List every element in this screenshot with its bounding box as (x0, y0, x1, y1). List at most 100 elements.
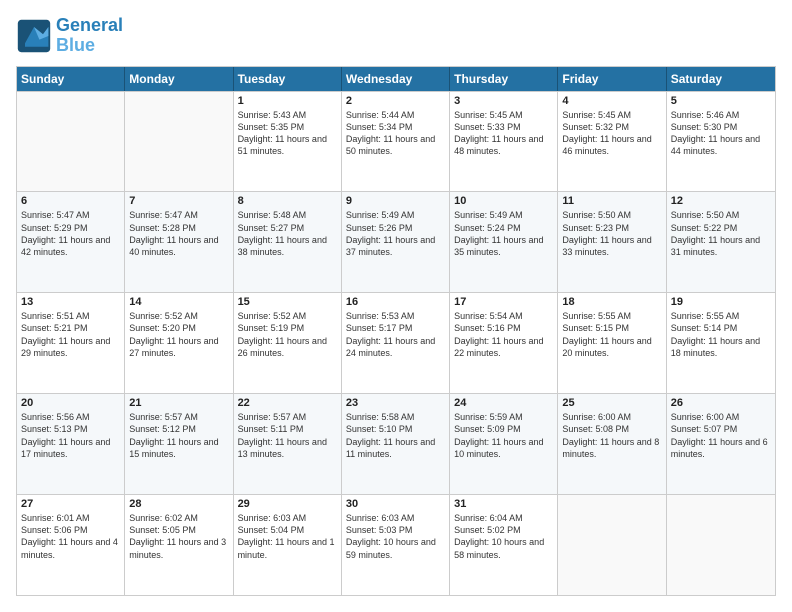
day-number: 31 (454, 498, 553, 510)
day-number: 5 (671, 95, 771, 107)
day-detail: Sunrise: 5:43 AMSunset: 5:35 PMDaylight:… (238, 109, 337, 158)
logo-icon (16, 18, 52, 54)
day-number: 24 (454, 397, 553, 409)
day-number: 17 (454, 296, 553, 308)
day-detail: Sunrise: 5:45 AMSunset: 5:32 PMDaylight:… (562, 109, 661, 158)
logo: General Blue (16, 16, 123, 56)
day-cell-1: 1 Sunrise: 5:43 AMSunset: 5:35 PMDayligh… (234, 92, 342, 192)
day-number: 22 (238, 397, 337, 409)
day-number: 15 (238, 296, 337, 308)
day-number: 8 (238, 195, 337, 207)
day-number: 25 (562, 397, 661, 409)
day-cell-7: 7 Sunrise: 5:47 AMSunset: 5:28 PMDayligh… (125, 192, 233, 292)
day-cell-27: 27 Sunrise: 6:01 AMSunset: 5:06 PMDaylig… (17, 495, 125, 595)
day-number: 1 (238, 95, 337, 107)
day-detail: Sunrise: 5:45 AMSunset: 5:33 PMDaylight:… (454, 109, 553, 158)
day-cell-18: 18 Sunrise: 5:55 AMSunset: 5:15 PMDaylig… (558, 293, 666, 393)
day-detail: Sunrise: 5:58 AMSunset: 5:10 PMDaylight:… (346, 411, 445, 460)
day-cell-31: 31 Sunrise: 6:04 AMSunset: 5:02 PMDaylig… (450, 495, 558, 595)
day-cell-2: 2 Sunrise: 5:44 AMSunset: 5:34 PMDayligh… (342, 92, 450, 192)
header-day-thursday: Thursday (450, 67, 558, 91)
header-day-monday: Monday (125, 67, 233, 91)
day-number: 23 (346, 397, 445, 409)
day-number: 7 (129, 195, 228, 207)
day-cell-17: 17 Sunrise: 5:54 AMSunset: 5:16 PMDaylig… (450, 293, 558, 393)
day-detail: Sunrise: 5:50 AMSunset: 5:22 PMDaylight:… (671, 209, 771, 258)
day-number: 14 (129, 296, 228, 308)
day-detail: Sunrise: 5:46 AMSunset: 5:30 PMDaylight:… (671, 109, 771, 158)
day-detail: Sunrise: 5:57 AMSunset: 5:12 PMDaylight:… (129, 411, 228, 460)
day-detail: Sunrise: 6:04 AMSunset: 5:02 PMDaylight:… (454, 512, 553, 561)
day-detail: Sunrise: 5:49 AMSunset: 5:24 PMDaylight:… (454, 209, 553, 258)
calendar-week-4: 20 Sunrise: 5:56 AMSunset: 5:13 PMDaylig… (17, 393, 775, 494)
day-cell-20: 20 Sunrise: 5:56 AMSunset: 5:13 PMDaylig… (17, 394, 125, 494)
day-cell-4: 4 Sunrise: 5:45 AMSunset: 5:32 PMDayligh… (558, 92, 666, 192)
header-day-sunday: Sunday (17, 67, 125, 91)
day-number: 16 (346, 296, 445, 308)
day-detail: Sunrise: 5:54 AMSunset: 5:16 PMDaylight:… (454, 310, 553, 359)
day-detail: Sunrise: 5:47 AMSunset: 5:28 PMDaylight:… (129, 209, 228, 258)
day-cell-30: 30 Sunrise: 6:03 AMSunset: 5:03 PMDaylig… (342, 495, 450, 595)
day-cell-22: 22 Sunrise: 5:57 AMSunset: 5:11 PMDaylig… (234, 394, 342, 494)
day-cell-3: 3 Sunrise: 5:45 AMSunset: 5:33 PMDayligh… (450, 92, 558, 192)
day-detail: Sunrise: 6:02 AMSunset: 5:05 PMDaylight:… (129, 512, 228, 561)
calendar-week-2: 6 Sunrise: 5:47 AMSunset: 5:29 PMDayligh… (17, 191, 775, 292)
calendar-header: SundayMondayTuesdayWednesdayThursdayFrid… (17, 67, 775, 91)
day-number: 13 (21, 296, 120, 308)
day-number: 18 (562, 296, 661, 308)
day-detail: Sunrise: 5:51 AMSunset: 5:21 PMDaylight:… (21, 310, 120, 359)
day-cell-9: 9 Sunrise: 5:49 AMSunset: 5:26 PMDayligh… (342, 192, 450, 292)
logo-text: General Blue (56, 16, 123, 56)
day-detail: Sunrise: 6:00 AMSunset: 5:07 PMDaylight:… (671, 411, 771, 460)
day-number: 3 (454, 95, 553, 107)
calendar: SundayMondayTuesdayWednesdayThursdayFrid… (16, 66, 776, 596)
calendar-week-5: 27 Sunrise: 6:01 AMSunset: 5:06 PMDaylig… (17, 494, 775, 595)
header-day-friday: Friday (558, 67, 666, 91)
day-cell-23: 23 Sunrise: 5:58 AMSunset: 5:10 PMDaylig… (342, 394, 450, 494)
day-detail: Sunrise: 5:59 AMSunset: 5:09 PMDaylight:… (454, 411, 553, 460)
day-detail: Sunrise: 5:47 AMSunset: 5:29 PMDaylight:… (21, 209, 120, 258)
day-cell-19: 19 Sunrise: 5:55 AMSunset: 5:14 PMDaylig… (667, 293, 775, 393)
day-detail: Sunrise: 5:50 AMSunset: 5:23 PMDaylight:… (562, 209, 661, 258)
empty-cell (125, 92, 233, 192)
day-cell-13: 13 Sunrise: 5:51 AMSunset: 5:21 PMDaylig… (17, 293, 125, 393)
header: General Blue (16, 16, 776, 56)
day-cell-25: 25 Sunrise: 6:00 AMSunset: 5:08 PMDaylig… (558, 394, 666, 494)
day-cell-15: 15 Sunrise: 5:52 AMSunset: 5:19 PMDaylig… (234, 293, 342, 393)
day-number: 11 (562, 195, 661, 207)
day-cell-5: 5 Sunrise: 5:46 AMSunset: 5:30 PMDayligh… (667, 92, 775, 192)
page: General Blue SundayMondayTuesdayWednesda… (0, 0, 792, 612)
day-number: 20 (21, 397, 120, 409)
day-detail: Sunrise: 5:53 AMSunset: 5:17 PMDaylight:… (346, 310, 445, 359)
day-detail: Sunrise: 6:01 AMSunset: 5:06 PMDaylight:… (21, 512, 120, 561)
day-detail: Sunrise: 6:03 AMSunset: 5:04 PMDaylight:… (238, 512, 337, 561)
day-cell-14: 14 Sunrise: 5:52 AMSunset: 5:20 PMDaylig… (125, 293, 233, 393)
day-cell-6: 6 Sunrise: 5:47 AMSunset: 5:29 PMDayligh… (17, 192, 125, 292)
empty-cell (17, 92, 125, 192)
empty-cell (558, 495, 666, 595)
day-cell-10: 10 Sunrise: 5:49 AMSunset: 5:24 PMDaylig… (450, 192, 558, 292)
day-number: 30 (346, 498, 445, 510)
day-detail: Sunrise: 5:44 AMSunset: 5:34 PMDaylight:… (346, 109, 445, 158)
day-cell-29: 29 Sunrise: 6:03 AMSunset: 5:04 PMDaylig… (234, 495, 342, 595)
day-detail: Sunrise: 6:00 AMSunset: 5:08 PMDaylight:… (562, 411, 661, 460)
day-cell-24: 24 Sunrise: 5:59 AMSunset: 5:09 PMDaylig… (450, 394, 558, 494)
day-detail: Sunrise: 5:48 AMSunset: 5:27 PMDaylight:… (238, 209, 337, 258)
day-number: 29 (238, 498, 337, 510)
calendar-week-1: 1 Sunrise: 5:43 AMSunset: 5:35 PMDayligh… (17, 91, 775, 192)
day-cell-16: 16 Sunrise: 5:53 AMSunset: 5:17 PMDaylig… (342, 293, 450, 393)
day-detail: Sunrise: 5:55 AMSunset: 5:15 PMDaylight:… (562, 310, 661, 359)
day-number: 6 (21, 195, 120, 207)
day-number: 12 (671, 195, 771, 207)
day-number: 27 (21, 498, 120, 510)
day-cell-26: 26 Sunrise: 6:00 AMSunset: 5:07 PMDaylig… (667, 394, 775, 494)
day-number: 4 (562, 95, 661, 107)
header-day-saturday: Saturday (667, 67, 775, 91)
calendar-body: 1 Sunrise: 5:43 AMSunset: 5:35 PMDayligh… (17, 91, 775, 595)
day-detail: Sunrise: 5:52 AMSunset: 5:20 PMDaylight:… (129, 310, 228, 359)
day-detail: Sunrise: 5:57 AMSunset: 5:11 PMDaylight:… (238, 411, 337, 460)
empty-cell (667, 495, 775, 595)
header-day-wednesday: Wednesday (342, 67, 450, 91)
day-cell-11: 11 Sunrise: 5:50 AMSunset: 5:23 PMDaylig… (558, 192, 666, 292)
day-number: 2 (346, 95, 445, 107)
